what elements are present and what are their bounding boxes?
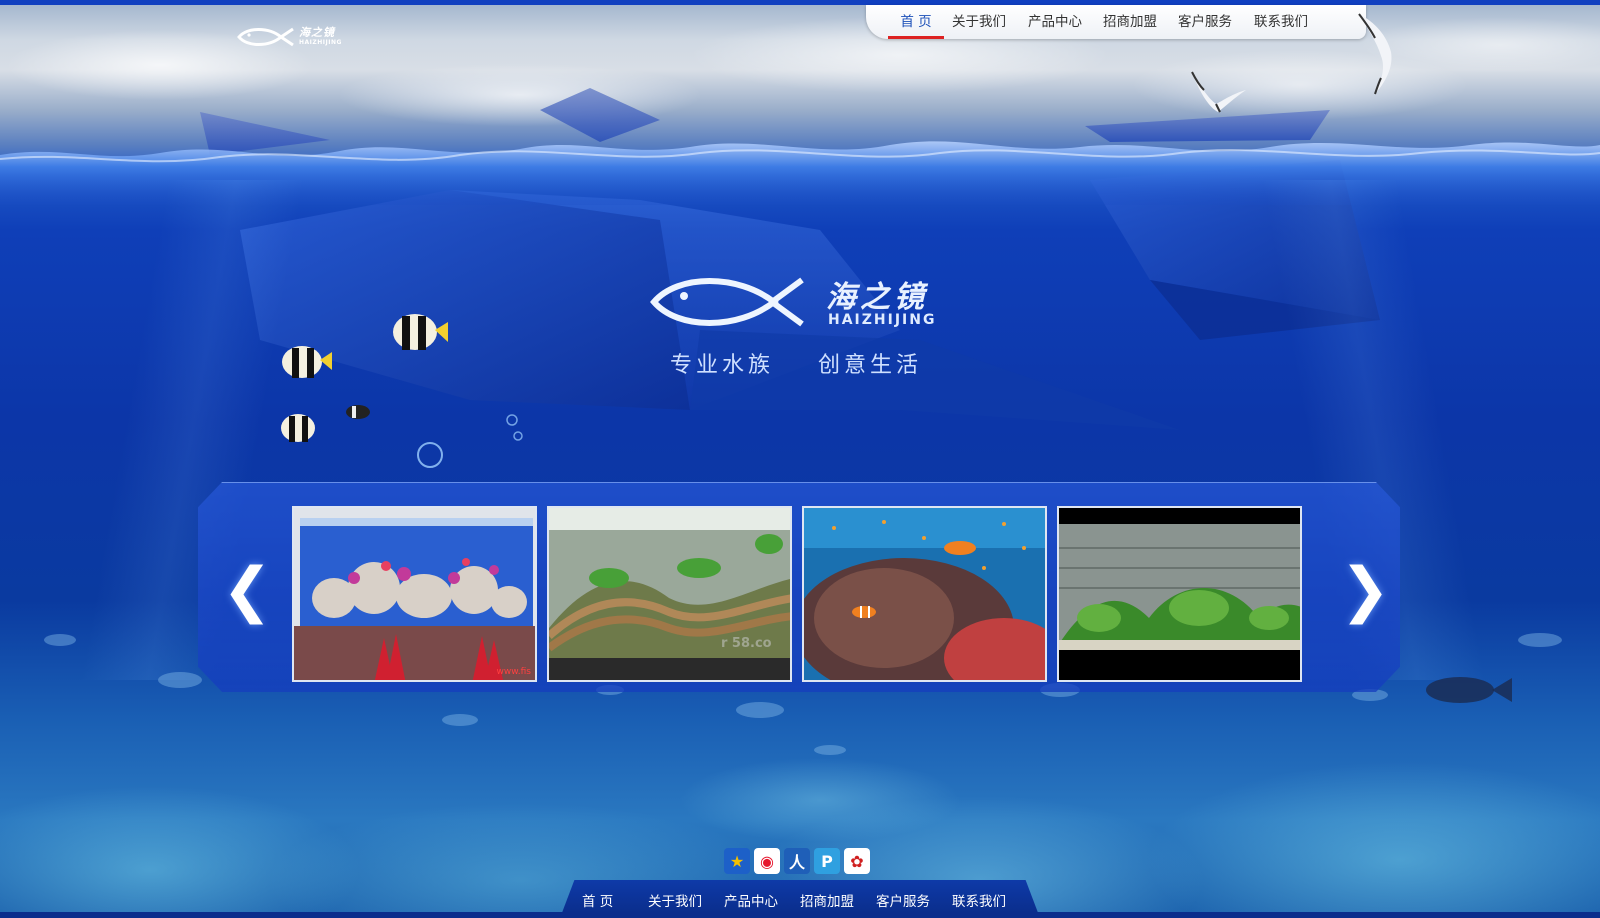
weibo-icon[interactable]: ◉ [754,848,780,874]
renren-glyph: 人 [788,853,805,872]
slogan-left: 专业水族 [670,353,775,378]
weibo-glyph: ◉ [760,851,774,871]
nav-about[interactable]: 关于我们 [952,13,1006,39]
hero-brand-en: HAIZHIJING [828,312,937,328]
carousel-thumb-coral-reef-clownfish[interactable] [802,506,1047,682]
hero-brand-cn: 海之镜 [826,280,928,315]
logo-text-cn: 海之镜 [299,26,335,39]
footer-nav-contact[interactable]: 联系我们 [952,890,1006,910]
thumb-image [1059,508,1300,680]
thumb-image [294,508,535,680]
nav-products[interactable]: 产品中心 [1028,13,1082,39]
footer-nav-about[interactable]: 关于我们 [648,890,702,910]
nav-home[interactable]: 首 页 [888,13,944,39]
footer-nav-franchise[interactable]: 招商加盟 [800,890,854,910]
nav-franchise[interactable]: 招商加盟 [1103,13,1157,39]
fish-logo-icon [237,27,294,47]
footer-nav-service[interactable]: 客户服务 [876,890,930,910]
logo-text-en: HAIZHIJING [299,39,342,46]
qzone-glyph: ★ [729,851,745,871]
thumb-watermark: r 58.co [721,636,772,651]
tropical-fish [281,314,448,442]
header-logo[interactable]: 海之镜 HAIZHIJING [237,22,347,50]
seagull-icon [1191,71,1246,113]
nav-service[interactable]: 客户服务 [1178,13,1232,39]
footer-nav-home[interactable]: 首 页 [582,890,613,910]
nav-contact[interactable]: 联系我们 [1254,13,1308,39]
pengyou-icon[interactable]: P [814,848,840,874]
top-navigation: 首 页 关于我们 产品中心 招商加盟 客户服务 联系我们 [866,5,1366,39]
kaixin-glyph: ✿ [850,851,864,871]
footer-nav-products[interactable]: 产品中心 [724,890,778,910]
thumb-image [804,508,1045,680]
qzone-icon[interactable]: ★ [724,848,750,874]
carousel-thumb-planted-aquascape[interactable] [1057,506,1302,682]
carousel-prev-button[interactable]: ❮ [222,560,272,620]
slogan-right: 创意生活 [818,353,923,378]
thumb-caption: www.fis [496,667,531,677]
carousel-next-button[interactable]: ❯ [1340,560,1390,620]
carousel-thumb-planted-terrace-tank[interactable]: r 58.co [547,506,792,682]
renren-icon[interactable]: 人 [784,848,810,874]
background-scene [0,0,1600,918]
carousel-thumb-marine-reef-tank[interactable]: www.fis [292,506,537,682]
pengyou-glyph: P [821,851,833,871]
fish-logo-icon [650,277,804,327]
bottom-border [0,912,1600,918]
kaixin-icon[interactable]: ✿ [844,848,870,874]
thumb-image [549,508,790,680]
seagull-icon [1358,13,1392,95]
